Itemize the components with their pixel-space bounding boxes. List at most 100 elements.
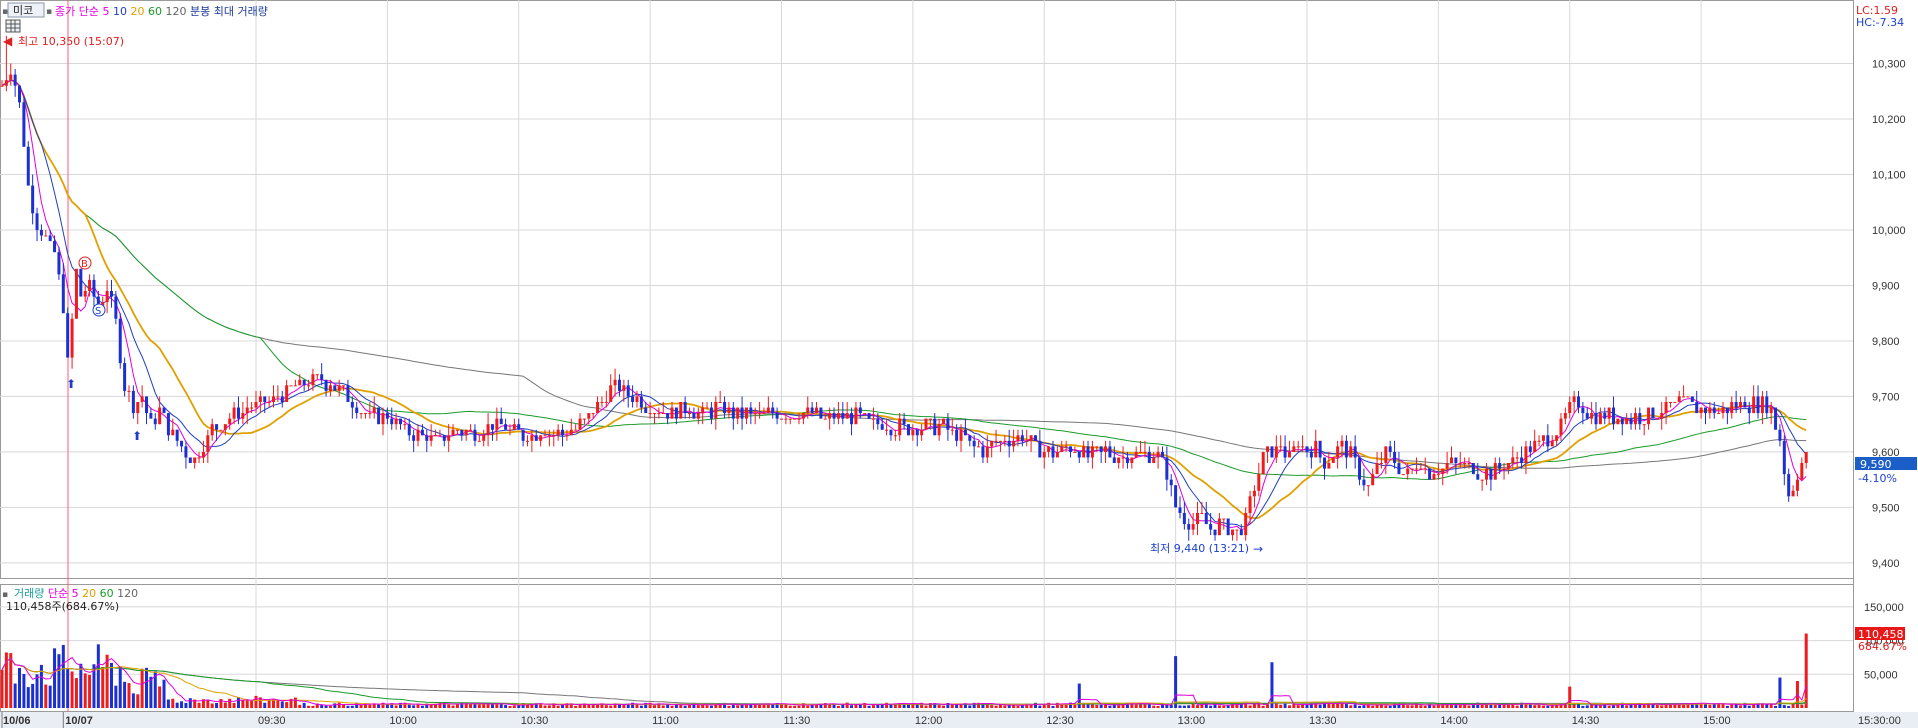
candle-body <box>1287 451 1291 458</box>
candle-body <box>801 413 805 419</box>
volume-bar <box>1051 705 1055 708</box>
candle-body <box>1060 446 1064 452</box>
candle-body <box>1397 463 1401 475</box>
candle-body <box>1279 446 1283 448</box>
candle-body <box>736 407 740 419</box>
candle-body <box>1130 457 1134 464</box>
volume-bar <box>1467 705 1471 708</box>
time-tick-label: 13:00 <box>1178 715 1206 727</box>
candle-body <box>293 385 297 387</box>
volume-tick-label: 150,000 <box>1864 602 1904 614</box>
candle-body <box>723 401 727 414</box>
volume-bar <box>1568 686 1572 708</box>
volume-bar <box>145 667 149 708</box>
candle-body <box>267 401 271 403</box>
candle-body <box>933 418 937 436</box>
volume-bar <box>1384 705 1388 708</box>
candle-body <box>547 435 551 437</box>
volume-bar <box>1353 704 1357 708</box>
candle-body <box>403 424 407 426</box>
candle-body <box>683 401 687 414</box>
candle-body <box>1178 507 1182 513</box>
table-icon[interactable] <box>5 19 21 33</box>
volume-bar <box>841 704 845 708</box>
candle-body <box>701 407 705 414</box>
price-tick-label: 10,300 <box>1872 58 1906 70</box>
candle-body <box>1467 463 1471 465</box>
square-icon: ▪ <box>2 7 8 17</box>
candle-body <box>1607 407 1611 419</box>
volume-bar <box>1774 705 1778 708</box>
candle-body <box>1147 451 1151 464</box>
candle-body <box>1581 407 1585 414</box>
volume-bar <box>206 699 210 708</box>
volume-bar <box>635 704 639 708</box>
candle-body <box>1506 463 1510 469</box>
volume-bar <box>1156 705 1160 708</box>
buy-marker-label: B <box>81 259 88 270</box>
stock-chart[interactable]: 10,300 10,200 10,100 10,000 9,900 9,800 9,700 9… <box>0 0 1918 728</box>
volume-bar <box>302 702 306 708</box>
candle-body <box>1082 446 1086 458</box>
candle-body <box>44 235 48 237</box>
candle-body <box>981 446 985 458</box>
volume-bar <box>696 705 700 708</box>
x-axis-strip <box>0 712 1918 728</box>
price-tick-label: 9,900 <box>1872 280 1900 292</box>
candle-body <box>1655 418 1659 420</box>
candle-body <box>280 396 284 402</box>
candle-body <box>486 424 490 436</box>
candle-body <box>469 429 473 431</box>
legend-item: 단순 5 <box>48 587 82 600</box>
volume-bar <box>1419 705 1423 708</box>
candle-body <box>525 440 529 442</box>
candle-body <box>596 401 600 414</box>
candle-body <box>788 418 792 420</box>
volume-bar <box>96 644 100 708</box>
candle-body <box>898 418 902 436</box>
legend-item: 10 <box>113 5 131 18</box>
candle-body <box>276 396 280 398</box>
candle-body <box>600 401 604 403</box>
candle-body <box>223 424 227 430</box>
time-tick-label: 12:30 <box>1046 715 1074 727</box>
candle-body <box>977 446 981 448</box>
candle-body <box>368 413 372 415</box>
volume-bar <box>473 704 477 708</box>
candle-body <box>508 429 512 431</box>
volume-bar <box>1782 705 1786 708</box>
volume-bar <box>1222 705 1226 708</box>
candle-body <box>1520 457 1524 464</box>
candle-body <box>850 413 854 425</box>
price-legend[interactable]: 종가 단순 5 10 20 60 120 분봉 최대 거래량 <box>55 5 268 18</box>
candle-body <box>635 396 639 402</box>
volume-bar <box>854 704 858 708</box>
candle-body <box>1086 446 1090 458</box>
volume-bar <box>22 674 26 708</box>
candle-body <box>307 385 311 387</box>
volume-bar <box>1406 705 1410 708</box>
candle-body <box>66 313 70 358</box>
candle-body <box>175 429 179 441</box>
volume-bar <box>9 653 13 708</box>
volume-bar <box>394 705 398 708</box>
candle-body <box>92 279 96 297</box>
candle-body <box>114 296 118 319</box>
candle-body <box>1077 451 1081 458</box>
volume-bar <box>293 697 297 708</box>
candle-body <box>1117 457 1121 464</box>
candle-body <box>679 401 683 419</box>
volume-bar <box>1371 705 1375 708</box>
candle-body <box>1327 463 1331 469</box>
candle-body <box>245 407 249 414</box>
volume-pane[interactable] <box>0 584 1854 712</box>
time-tick-label: 11:30 <box>783 715 810 727</box>
candle-body <box>1642 424 1646 426</box>
volume-legend[interactable]: 거래량 단순 5 20 60 120 <box>14 587 138 600</box>
candle-body <box>648 413 652 415</box>
volume-bar <box>596 704 600 708</box>
candle-body <box>1388 446 1392 452</box>
price-pane[interactable] <box>0 0 1854 579</box>
candle-body <box>1016 435 1020 441</box>
volume-bar <box>1349 705 1353 708</box>
